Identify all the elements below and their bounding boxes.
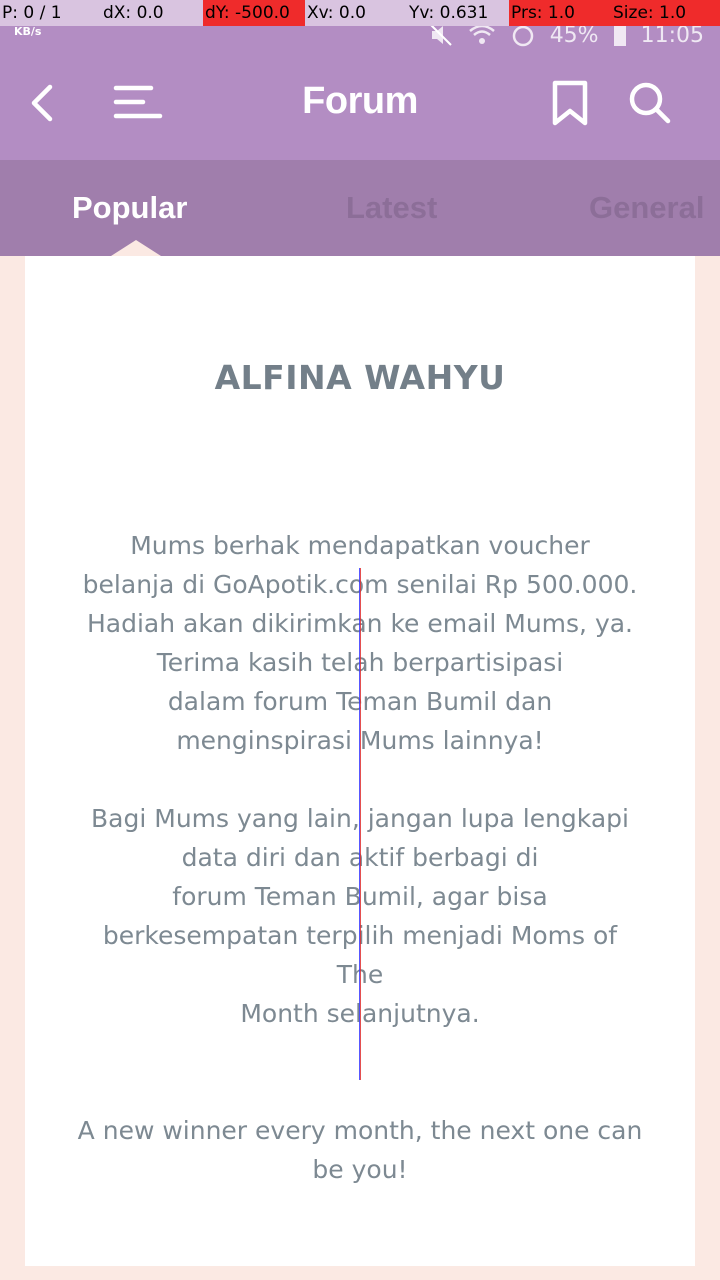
- bookmark-button[interactable]: [540, 75, 600, 135]
- tab-bar: Popular Latest General: [0, 160, 720, 256]
- debug-dx: dX: 0.0: [101, 0, 203, 26]
- app-title: Forum: [302, 80, 418, 122]
- battery-icon: [613, 23, 627, 47]
- winner-name: ALFINA WAHYU: [214, 358, 506, 397]
- battery-percent: 45%: [549, 22, 599, 48]
- active-tab-indicator: [111, 240, 161, 256]
- closing-paragraph: A new winner every month, the next one c…: [25, 1111, 695, 1189]
- search-button[interactable]: [620, 75, 680, 135]
- debug-xv: Xv: 0.0: [305, 0, 407, 26]
- text-line: be you!: [312, 1155, 408, 1184]
- pointer-location-overlay: P: 0 / 1 dX: 0.0 dY: -500.0 Xv: 0.0 Yv: …: [0, 0, 720, 26]
- network-speed-unit: KB/s: [14, 25, 42, 38]
- debug-dy: dY: -500.0: [203, 0, 305, 26]
- search-icon: [628, 81, 672, 129]
- debug-size: Size: 1.0: [611, 0, 720, 26]
- text-line: A new winner every month, the next one c…: [77, 1116, 643, 1145]
- touch-trace-line: [359, 568, 361, 1080]
- bookmark-icon: [550, 79, 590, 131]
- text-line: Mums berhak mendapatkan voucher: [130, 531, 590, 560]
- debug-pointer-count: P: 0 / 1: [0, 0, 101, 26]
- app-bar: Forum: [0, 50, 720, 160]
- debug-yv: Yv: 0.631: [407, 0, 509, 26]
- tab-latest[interactable]: Latest: [346, 190, 437, 226]
- debug-pressure: Prs: 1.0: [509, 0, 611, 26]
- tab-general[interactable]: General: [589, 190, 704, 226]
- tab-popular[interactable]: Popular: [72, 190, 187, 226]
- clock: 11:05: [640, 22, 704, 48]
